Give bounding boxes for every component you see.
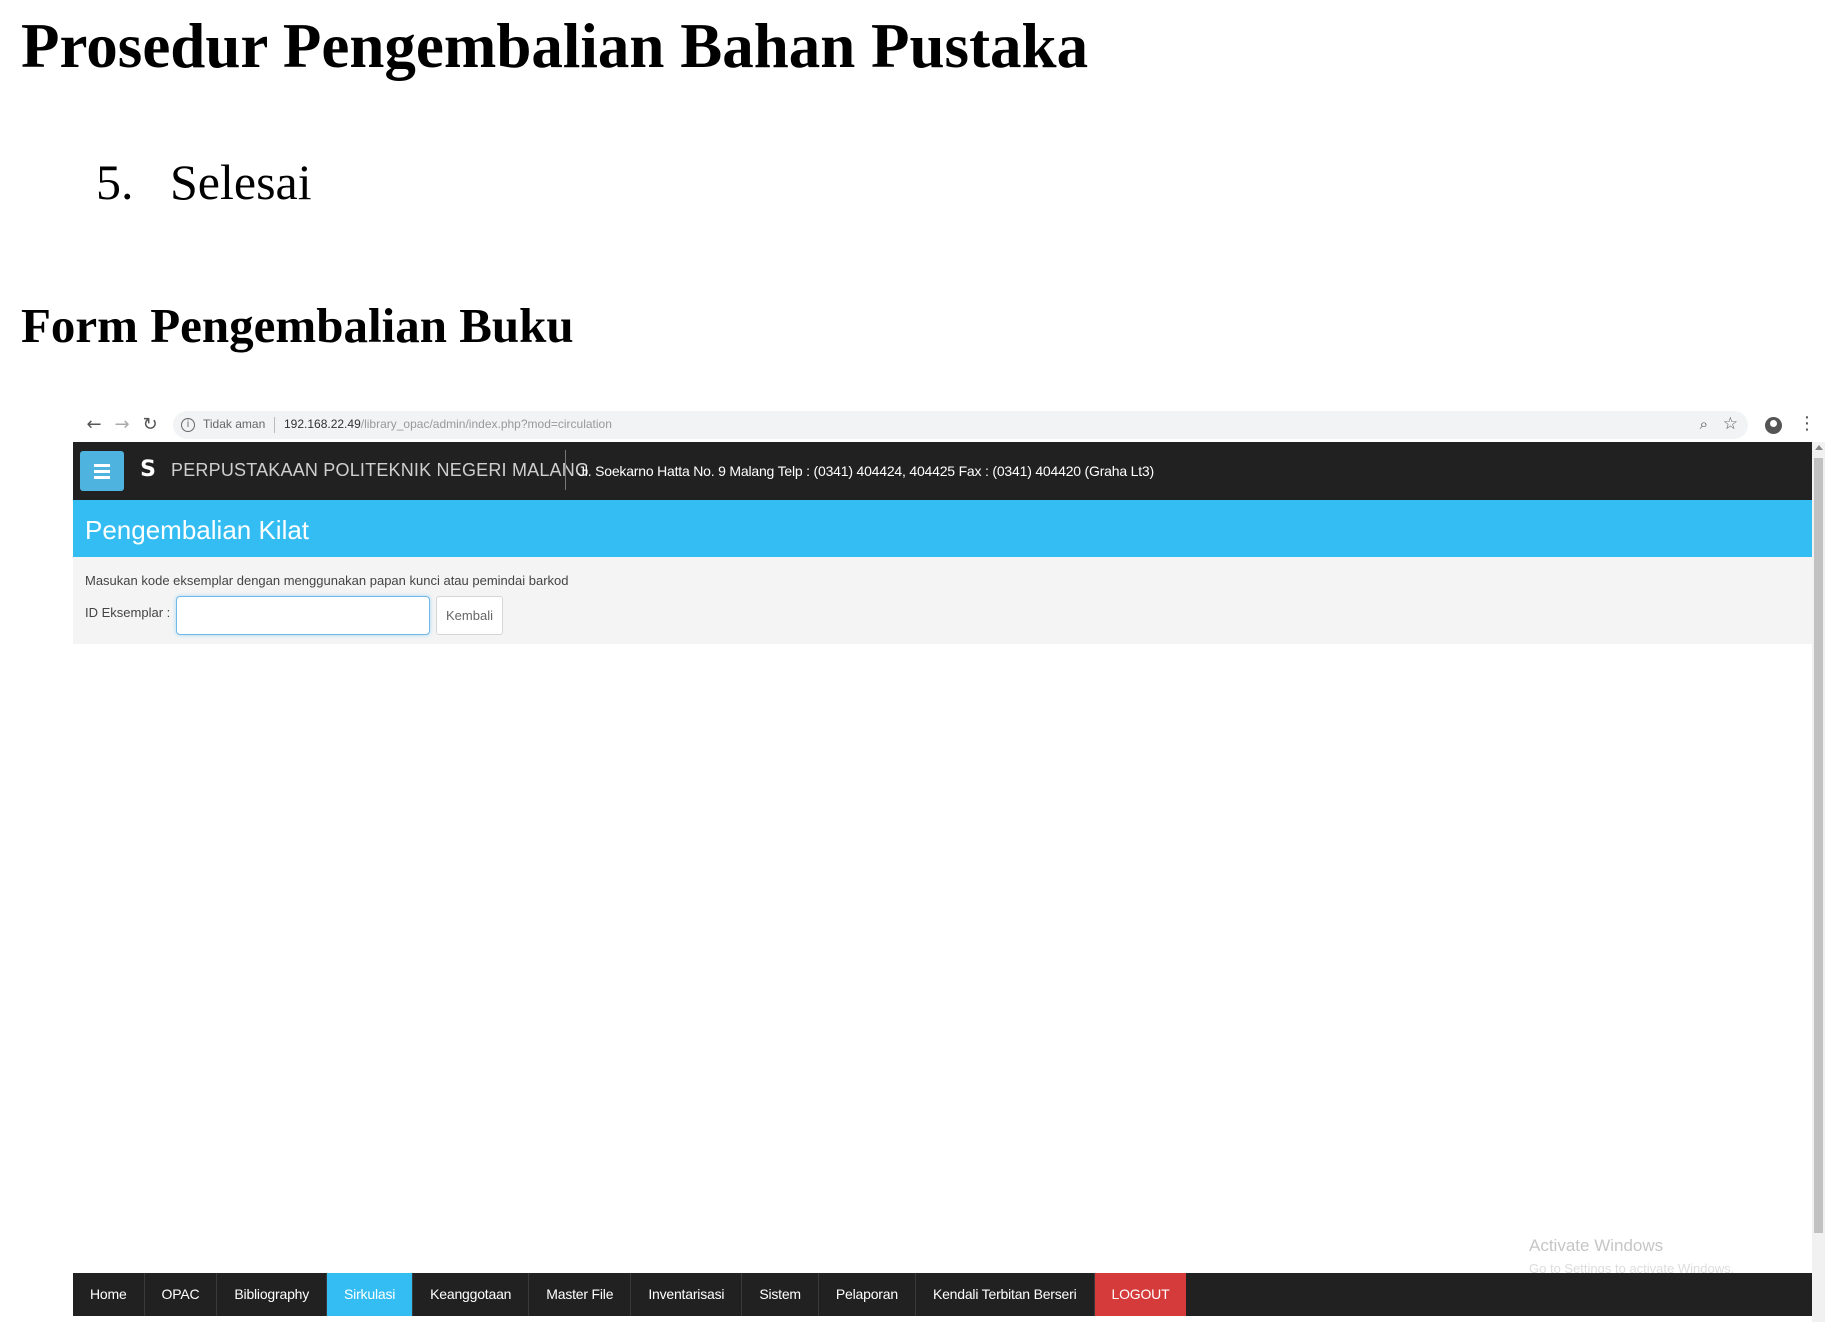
bookmark-star-icon[interactable]: ☆ bbox=[1723, 414, 1738, 434]
zoom-icon[interactable]: ⌕ bbox=[1700, 415, 1708, 433]
address-bar[interactable]: i Tidak aman 192.168.22.49/library_opac/… bbox=[173, 411, 1748, 439]
nav-sistem[interactable]: Sistem bbox=[742, 1273, 819, 1316]
url-text[interactable]: 192.168.22.49/library_opac/admin/index.p… bbox=[284, 417, 612, 431]
nav-bibliography[interactable]: Bibliography bbox=[217, 1273, 328, 1316]
hamburger-menu-button[interactable] bbox=[80, 451, 124, 491]
scroll-thumb[interactable] bbox=[1814, 458, 1823, 1233]
header-divider bbox=[565, 450, 566, 490]
item-id-label: ID Eksemplar : bbox=[85, 605, 171, 620]
reload-icon[interactable]: ↻ bbox=[139, 414, 161, 436]
app-logo-icon: S bbox=[140, 457, 156, 482]
hamburger-line bbox=[94, 476, 110, 479]
panel-title: Pengembalian Kilat bbox=[85, 515, 310, 545]
document-title: Prosedur Pengembalian Bahan Pustaka bbox=[21, 11, 1089, 81]
browser-screenshot: ← → ↻ i Tidak aman 192.168.22.49/library… bbox=[73, 408, 1825, 1322]
hamburger-line bbox=[94, 470, 110, 473]
nav-sirkulasi[interactable]: Sirkulasi bbox=[327, 1273, 414, 1316]
library-address: Jl. Soekarno Hatta No. 9 Malang Telp : (… bbox=[578, 463, 1154, 479]
browser-toolbar: ← → ↻ i Tidak aman 192.168.22.49/library… bbox=[73, 408, 1825, 442]
scroll-up-arrow-icon[interactable] bbox=[1815, 445, 1823, 450]
nav-pelaporan[interactable]: Pelaporan bbox=[819, 1273, 916, 1316]
activate-windows-watermark: Activate Windows bbox=[1529, 1236, 1664, 1255]
info-icon[interactable]: i bbox=[181, 418, 195, 432]
section-title: Form Pengembalian Buku bbox=[21, 298, 574, 353]
app-name: PERPUSTAKAAN POLITEKNIK NEGERI MALANG bbox=[171, 460, 590, 480]
browser-menu-icon[interactable]: ⋮ bbox=[1798, 413, 1816, 435]
nav-keanggotaan[interactable]: Keanggotaan bbox=[413, 1273, 530, 1316]
activate-windows-subtitle: Go to Settings to activate Windows. bbox=[1529, 1261, 1735, 1273]
security-status: Tidak aman bbox=[203, 417, 266, 431]
nav-opac[interactable]: OPAC bbox=[145, 1273, 218, 1316]
bottom-nav: Home OPAC Bibliography Sirkulasi Keanggo… bbox=[73, 1273, 1812, 1316]
profile-icon[interactable] bbox=[1765, 417, 1782, 434]
back-icon[interactable]: ← bbox=[83, 414, 105, 436]
nav-home[interactable]: Home bbox=[73, 1273, 145, 1316]
url-host: 192.168.22.49 bbox=[284, 417, 361, 431]
form-instruction: Masukan kode eksemplar dengan menggunaka… bbox=[85, 573, 569, 588]
item-id-input[interactable] bbox=[176, 596, 430, 635]
step-item: 5. Selesai bbox=[96, 150, 312, 214]
panel-title-bar: Pengembalian Kilat bbox=[73, 500, 1812, 557]
app-header: S PERPUSTAKAAN POLITEKNIK NEGERI MALANG … bbox=[73, 442, 1812, 500]
return-form: Masukan kode eksemplar dengan menggunaka… bbox=[73, 557, 1812, 644]
nav-inventarisasi[interactable]: Inventarisasi bbox=[631, 1273, 743, 1316]
page-scrollbar[interactable] bbox=[1812, 442, 1825, 1322]
nav-kendali-terbitan-berseri[interactable]: Kendali Terbitan Berseri bbox=[916, 1273, 1095, 1316]
return-button[interactable]: Kembali bbox=[436, 596, 503, 635]
omnibox-divider bbox=[274, 417, 275, 433]
url-path: /library_opac/admin/index.php?mod=circul… bbox=[360, 417, 612, 431]
step-text: Selesai bbox=[170, 154, 312, 210]
nav-master-file[interactable]: Master File bbox=[529, 1273, 632, 1316]
forward-icon[interactable]: → bbox=[111, 414, 133, 436]
logout-button[interactable]: LOGOUT bbox=[1094, 1273, 1187, 1316]
step-number: 5. bbox=[96, 154, 134, 210]
hamburger-line bbox=[94, 464, 110, 467]
